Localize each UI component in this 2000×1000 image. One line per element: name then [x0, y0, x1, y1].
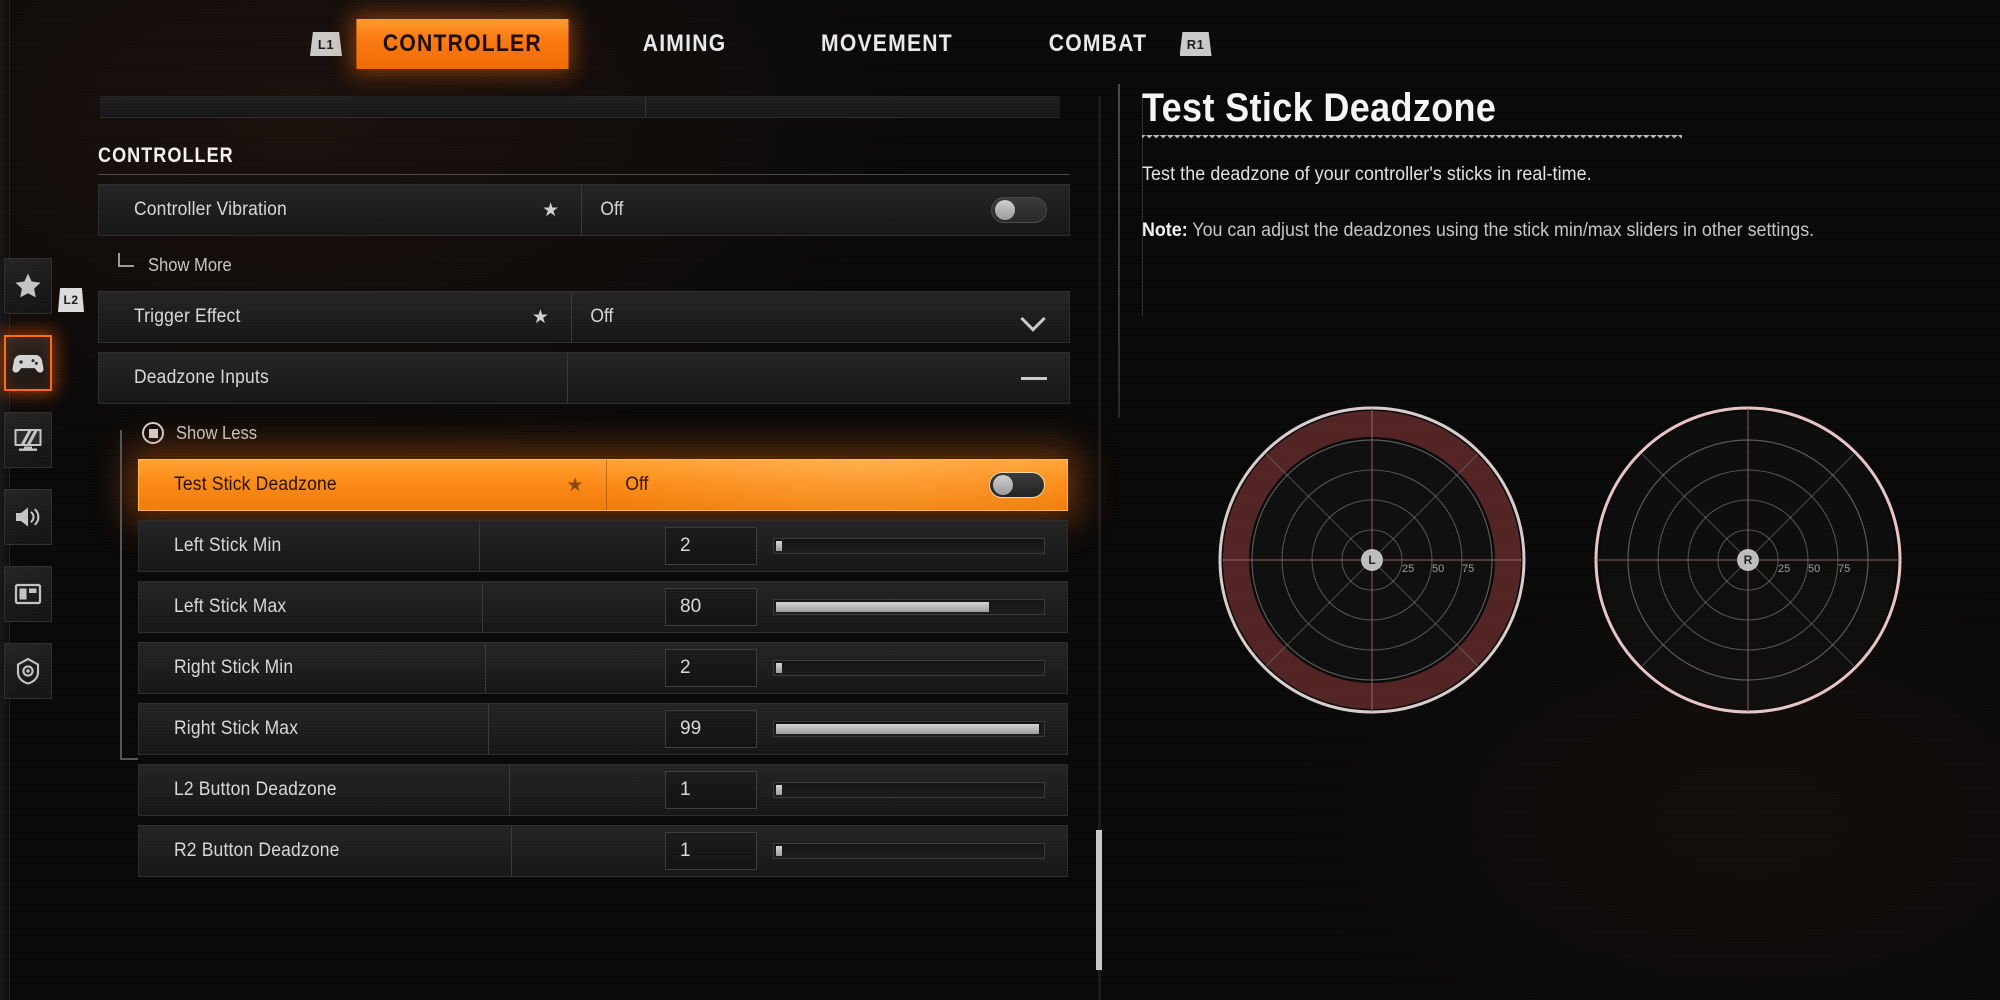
monitor-icon — [13, 427, 43, 453]
favorite-star-icon[interactable]: ★ — [532, 306, 549, 329]
deadzone-group-spine — [120, 430, 122, 760]
tick-25: 25 — [1778, 563, 1790, 575]
section-title-controller: CONTROLLER — [98, 144, 939, 168]
row-label: Trigger Effect — [99, 306, 240, 328]
sidebar-item-display[interactable] — [4, 412, 52, 468]
account-icon — [14, 657, 42, 685]
setting-row-test-stick-deadzone[interactable]: Test Stick Deadzone ★ Off — [138, 459, 1068, 511]
favorite-star-icon[interactable]: ★ — [542, 199, 559, 222]
row-label: Deadzone Inputs — [99, 367, 269, 389]
value-field-left-stick-max[interactable]: 80 — [665, 588, 757, 626]
slider-left-stick-min[interactable] — [773, 538, 1045, 554]
right-stick-center-label: R — [1737, 549, 1759, 571]
sidebar-item-controller[interactable] — [4, 335, 52, 391]
row-label: R2 Button Deadzone — [139, 840, 340, 862]
show-more-link[interactable]: Show More — [98, 245, 1076, 285]
interface-icon — [14, 582, 42, 606]
stick-visualizers: 25 50 75 L 25 50 75 R — [1160, 380, 1960, 740]
tree-elbow-icon — [118, 253, 134, 267]
detail-note-body: You can adjust the deadzones using the s… — [1192, 220, 1814, 241]
row-value: Off — [607, 474, 763, 496]
detail-note: Note: You can adjust the deadzones using… — [1142, 220, 1932, 242]
slider-right-stick-max[interactable] — [773, 721, 1045, 737]
right-bumper-badge: R1 — [1180, 32, 1212, 56]
toggle-knob — [993, 475, 1013, 495]
setting-row-controller-vibration[interactable]: Controller Vibration ★ Off — [98, 184, 1070, 236]
setting-row-right-stick-min[interactable]: Right Stick Min 2 — [138, 642, 1068, 694]
star-icon — [13, 271, 43, 301]
row-value: Off — [572, 306, 728, 328]
partial-row-above — [100, 96, 1060, 118]
settings-list: CONTROLLER Controller Vibration ★ Off Sh… — [96, 96, 1076, 1000]
slider-left-stick-max[interactable] — [773, 599, 1045, 615]
sidebar — [0, 0, 56, 1000]
tick-25: 25 — [1402, 563, 1414, 575]
setting-row-deadzone-inputs[interactable]: Deadzone Inputs — [98, 352, 1070, 404]
setting-row-left-stick-max[interactable]: Left Stick Max 80 — [138, 581, 1068, 633]
row-label: L2 Button Deadzone — [139, 779, 337, 801]
setting-row-right-stick-max[interactable]: Right Stick Max 99 — [138, 703, 1068, 755]
toggle-controller-vibration[interactable] — [991, 197, 1047, 223]
sidebar-item-audio[interactable] — [4, 489, 52, 545]
collapse-circle-icon — [142, 422, 164, 444]
tick-75: 75 — [1838, 563, 1850, 575]
deadzone-group-spine-foot — [120, 758, 138, 760]
row-value: Off — [582, 199, 738, 221]
tick-50: 50 — [1808, 563, 1820, 575]
left-stick-center-label: L — [1361, 549, 1383, 571]
toggle-test-stick-deadzone[interactable] — [989, 472, 1045, 498]
sidebar-item-account[interactable] — [4, 643, 52, 699]
setting-row-left-stick-min[interactable]: Left Stick Min 2 — [138, 520, 1068, 572]
title-underline-decoration — [1142, 135, 1682, 142]
show-more-label: Show More — [148, 255, 232, 276]
tab-aiming[interactable]: AIMING — [619, 20, 748, 68]
section-divider — [98, 174, 1070, 175]
slider-right-stick-min[interactable] — [773, 660, 1045, 676]
row-label: Right Stick Min — [139, 657, 293, 679]
tab-list: L1 CONTROLLER AIMING MOVEMENT COMBAT R1 — [310, 19, 1212, 69]
setting-row-r2-button-deadzone[interactable]: R2 Button Deadzone 1 — [138, 825, 1068, 877]
value-field-l2-button-deadzone[interactable]: 1 — [665, 771, 757, 809]
row-label: Left Stick Min — [139, 535, 281, 557]
gamepad-icon — [12, 350, 44, 376]
show-less-link[interactable]: Show Less — [98, 413, 1076, 453]
top-tab-bar: L1 CONTROLLER AIMING MOVEMENT COMBAT R1 — [0, 0, 2000, 88]
scrollbar-thumb[interactable] — [1096, 830, 1102, 970]
row-label: Left Stick Max — [139, 596, 286, 618]
row-label: Controller Vibration — [99, 199, 287, 221]
detail-panel: Test Stick Deadzone Test the deadzone of… — [1142, 86, 1982, 242]
sidebar-item-interface[interactable] — [4, 566, 52, 622]
tab-movement[interactable]: MOVEMENT — [798, 20, 976, 68]
chevron-down-icon[interactable] — [1021, 304, 1047, 330]
speaker-icon — [13, 504, 43, 530]
value-field-right-stick-max[interactable]: 99 — [665, 710, 757, 748]
tick-75: 75 — [1462, 563, 1474, 575]
left-bumper-badge: L1 — [310, 32, 342, 56]
toggle-knob — [995, 200, 1015, 220]
detail-note-prefix: Note: — [1142, 220, 1188, 241]
tab-combat[interactable]: COMBAT — [1025, 20, 1169, 68]
value-field-r2-button-deadzone[interactable]: 1 — [665, 832, 757, 870]
settings-screen: L2 L1 CONTROLLER AIMING MOVEMENT COMBAT … — [0, 0, 2000, 1000]
value-field-right-stick-min[interactable]: 2 — [665, 649, 757, 687]
sidebar-item-favorites[interactable] — [4, 258, 52, 314]
sidebar-trigger-badge-l2: L2 — [58, 288, 84, 312]
tab-controller[interactable]: CONTROLLER — [356, 19, 568, 69]
row-label: Right Stick Max — [139, 718, 298, 740]
slider-l2-button-deadzone[interactable] — [773, 782, 1045, 798]
favorite-star-icon[interactable]: ★ — [566, 474, 583, 497]
detail-description: Test the deadzone of your controller's s… — [1142, 164, 1932, 186]
left-stick-visualizer[interactable]: 25 50 75 L — [1202, 390, 1542, 730]
show-less-label: Show Less — [176, 423, 257, 444]
value-field-left-stick-min[interactable]: 2 — [665, 527, 757, 565]
row-label: Test Stick Deadzone — [139, 474, 337, 496]
panel-divider — [1118, 84, 1120, 418]
slider-r2-button-deadzone[interactable] — [773, 843, 1045, 859]
right-stick-visualizer[interactable]: 25 50 75 R — [1578, 390, 1918, 730]
minus-collapse-icon[interactable] — [1021, 377, 1047, 380]
detail-title: Test Stick Deadzone — [1142, 86, 1898, 131]
setting-row-l2-button-deadzone[interactable]: L2 Button Deadzone 1 — [138, 764, 1068, 816]
setting-row-trigger-effect[interactable]: Trigger Effect ★ Off — [98, 291, 1070, 343]
tick-50: 50 — [1432, 563, 1444, 575]
